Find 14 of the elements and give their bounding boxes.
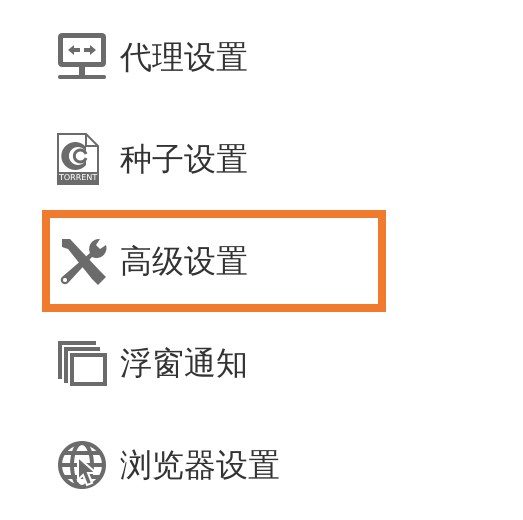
globe-cursor-icon [56, 439, 108, 491]
icon-label: TORRENT [59, 172, 98, 184]
menu-label: 浮窗通知 [120, 343, 248, 384]
menu-item[interactable]: TORRENT 种子设置 [42, 108, 386, 210]
torrent-file-icon [56, 133, 100, 185]
menu-item[interactable]: 高级设置 [42, 210, 386, 312]
menu-item[interactable]: 浏览器设置 [42, 414, 386, 516]
menu-label: 代理设置 [120, 37, 248, 78]
menu-label: 浏览器设置 [120, 445, 280, 486]
menu-item[interactable]: 代理设置 [42, 6, 386, 108]
menu-item[interactable]: 浮窗通知 [42, 312, 386, 414]
stacked-windows-icon [56, 339, 108, 387]
menu-label: 高级设置 [120, 241, 248, 282]
menu-label: 种子设置 [120, 139, 248, 180]
